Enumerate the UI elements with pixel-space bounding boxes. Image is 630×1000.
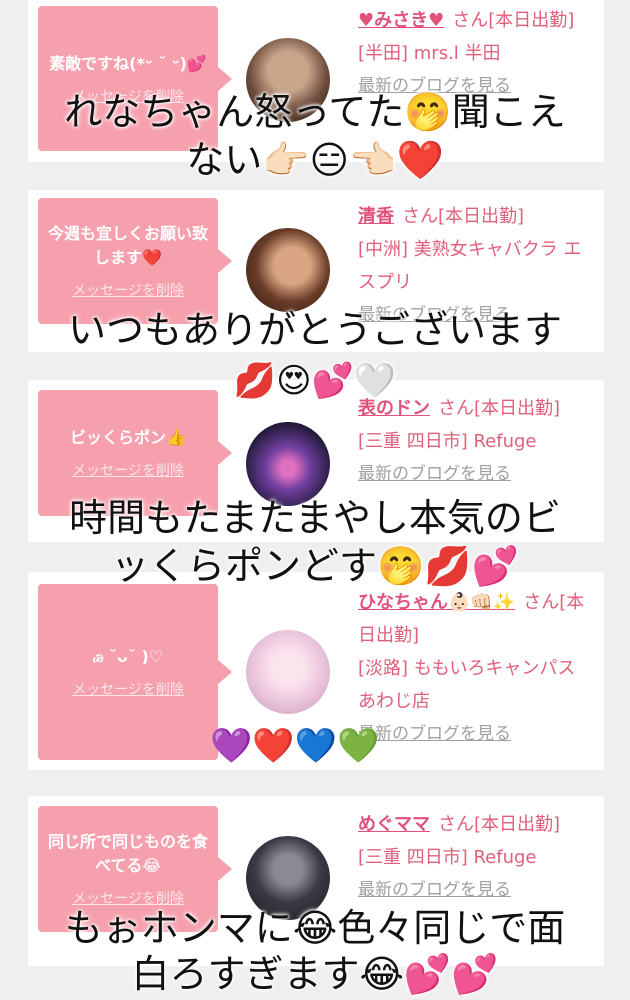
- delete-message-link[interactable]: メッセージを削除: [72, 888, 184, 908]
- message-text: 素敵ですね(*ᵕ ˘ ᵕ)💕: [49, 53, 207, 73]
- shop-name: [中洲] 美熟女キャバクラ エスプリ: [358, 239, 582, 293]
- message-bubble: 今週も宜しくお願い致します❤️ メッセージを削除: [38, 198, 232, 324]
- overlay-caption: もぉホンマに😂色々同じで面: [64, 908, 566, 950]
- profile-status: さん[本日出勤]: [402, 206, 525, 227]
- delete-message-link[interactable]: メッセージを削除: [72, 280, 184, 300]
- overlay-caption: ない👉🏻😑👈🏻❤️: [186, 140, 444, 182]
- message-text: 今週も宜しくお願い致します❤️: [48, 224, 209, 267]
- profile-info: ひなちゃん👶🏻👊🏻✨ さん[本日出勤] [淡路] ももいろキャンパス あわじ店 最…: [358, 586, 598, 751]
- profile-name-link[interactable]: ♥みさき♥: [358, 10, 444, 31]
- message-text: ビッくらポン👍: [70, 428, 186, 447]
- overlay-caption: 💋😍💕🤍: [233, 362, 397, 400]
- overlay-caption: 時間もたまたまやし本気のビ: [69, 498, 561, 540]
- shop-name: [半田] mrs.l 半田: [358, 43, 501, 64]
- overlay-caption: れなちゃん怒ってた🤭聞こえ: [64, 92, 566, 134]
- delete-message-link[interactable]: メッセージを削除: [72, 460, 184, 480]
- profile-name-link[interactable]: ひなちゃん👶🏻👊🏻✨: [358, 592, 515, 613]
- overlay-caption: いつもありがとうございます: [67, 310, 562, 352]
- message-text: 同じ所で同じものを食べてる😂: [48, 832, 209, 875]
- profile-name-link[interactable]: めぐママ: [358, 814, 430, 835]
- profile-info: めぐママ さん[本日出勤] [三重 四日市] Refuge 最新のブログを見る: [358, 808, 598, 907]
- blog-link[interactable]: 最新のブログを見る: [358, 874, 598, 907]
- overlay-caption: ッくらポンどす🤭💋💕: [111, 546, 519, 588]
- profile-info: ♥みさき♥ さん[本日出勤] [半田] mrs.l 半田 最新のブログを見る: [358, 4, 598, 103]
- message-text: ꮚ ˘ᴗ˘ )♡: [92, 647, 164, 666]
- delete-message-link[interactable]: メッセージを削除: [72, 679, 184, 699]
- blog-link[interactable]: 最新のブログを見る: [358, 718, 598, 751]
- overlay-caption: 白ろすぎます😂💕💕: [131, 954, 499, 996]
- profile-status: さん[本日出勤]: [452, 10, 575, 31]
- shop-name: [三重 四日市] Refuge: [358, 847, 537, 868]
- avatar[interactable]: [246, 422, 330, 506]
- shop-name: [三重 四日市] Refuge: [358, 431, 537, 452]
- avatar[interactable]: [246, 630, 330, 714]
- avatar[interactable]: [246, 228, 330, 312]
- shop-name: [淡路] ももいろキャンパス あわじ店: [358, 658, 576, 712]
- profile-status: さん[本日出勤]: [438, 814, 561, 835]
- profile-name-link[interactable]: 清香: [358, 206, 394, 227]
- message-bubble: ꮚ ˘ᴗ˘ )♡ メッセージを削除: [38, 584, 232, 760]
- blog-link[interactable]: 最新のブログを見る: [358, 458, 598, 491]
- profile-info: 表のドン さん[本日出勤] [三重 四日市] Refuge 最新のブログを見る: [358, 392, 598, 491]
- hearts-row: 💜❤️💙💚: [210, 726, 380, 766]
